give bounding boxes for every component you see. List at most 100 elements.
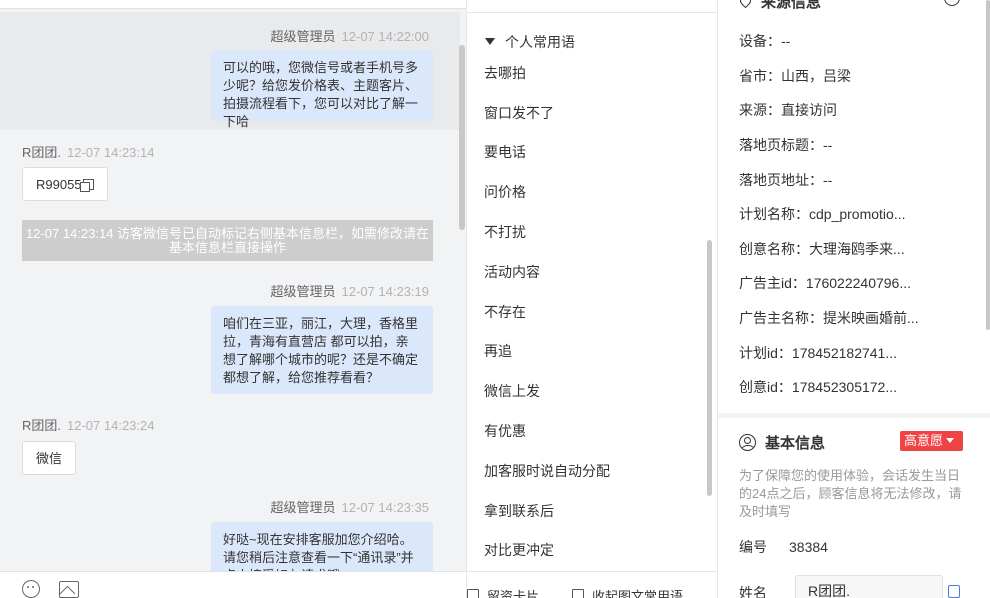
message-time: 12-07 14:23:14 bbox=[67, 145, 155, 160]
row-label: 广告主名称： bbox=[739, 310, 823, 326]
chat-top-bar bbox=[0, 0, 466, 9]
phrase-group-title: 个人常用语 bbox=[505, 34, 575, 50]
sender-name: R团团. bbox=[22, 418, 62, 433]
row-value: -- bbox=[823, 172, 833, 188]
message-time: 12-07 14:23:35 bbox=[341, 500, 429, 515]
phrase-item[interactable]: 微信上发 bbox=[484, 381, 540, 401]
message-meta: 超级管理员 12-07 14:22:00 bbox=[271, 26, 429, 45]
row-label: 来源： bbox=[739, 102, 781, 118]
row-label: 落地页地址： bbox=[739, 172, 823, 188]
row-value: 大理海鸥季来... bbox=[809, 241, 905, 257]
phrase-item[interactable]: 有优惠 bbox=[484, 421, 526, 441]
visitor-info-panel: 来源信息 设备：-- 省市：山西，吕梁 来源：直接访问 落地页标题：-- 落地页… bbox=[718, 0, 990, 598]
phrase-item[interactable]: 不打扰 bbox=[484, 222, 526, 242]
edit-icon[interactable] bbox=[948, 585, 960, 598]
visitor-message-bubble: 微信 bbox=[22, 441, 77, 475]
row-value: 38384 bbox=[789, 539, 828, 555]
phrases-scrollbar[interactable] bbox=[707, 240, 712, 496]
sender-name: R团团. bbox=[22, 145, 62, 160]
system-notice: 12-07 14:23:14 访客微信号已自动标记右侧基本信息栏，如需修改请在基… bbox=[22, 220, 433, 261]
intent-label: 高意愿 bbox=[904, 433, 944, 448]
phrase-group-header[interactable]: 个人常用语 bbox=[485, 32, 575, 52]
phrase-item[interactable]: 要电话 bbox=[484, 142, 526, 162]
row-label: 设备： bbox=[739, 33, 781, 49]
phrase-item[interactable]: 再追 bbox=[484, 341, 512, 361]
message-meta: 超级管理员 12-07 14:23:35 bbox=[271, 497, 429, 516]
row-value: cdp_promotio... bbox=[809, 206, 906, 222]
intent-dropdown[interactable]: 高意愿 bbox=[900, 431, 963, 451]
basic-info-header: 基本信息 bbox=[739, 432, 825, 453]
phrase-item[interactable]: 活动内容 bbox=[484, 262, 540, 282]
info-row-plan-id: 计划id：178452182741... bbox=[739, 343, 897, 363]
message-meta: 超级管理员 12-07 14:23:19 bbox=[271, 281, 429, 300]
caret-down-icon bbox=[946, 438, 955, 443]
phrase-item[interactable]: 拿到联系后 bbox=[484, 501, 554, 521]
row-value: 176022240796... bbox=[805, 275, 912, 291]
message-time: 12-07 14:23:19 bbox=[341, 284, 429, 299]
row-value: 直接访问 bbox=[781, 102, 837, 118]
collapse-phrases-label: 收起图文常用语 bbox=[592, 589, 684, 598]
row-value: -- bbox=[823, 137, 833, 153]
phrase-item[interactable]: 不存在 bbox=[484, 302, 526, 322]
info-row-number: 编号 38384 bbox=[739, 537, 828, 557]
emoji-icon[interactable] bbox=[22, 580, 40, 598]
agent-message-bubble: 咱们在三亚，丽江，大理，香格里拉，青海有直营店 都可以拍，亲想了解哪个城市的呢？… bbox=[211, 306, 433, 394]
row-value: 山西，吕梁 bbox=[781, 68, 851, 84]
caret-down-icon bbox=[485, 38, 495, 45]
row-label: 广告主id： bbox=[739, 275, 806, 291]
agent-message-bubble: 可以的哦，您微信号或者手机号多少呢？给您发价格表、主题客片、拍摄流程看下，您可以… bbox=[211, 50, 433, 129]
chat-scrollbar[interactable] bbox=[459, 45, 465, 230]
section-title: 来源信息 bbox=[761, 0, 822, 11]
phrase-item[interactable]: 窗口发不了 bbox=[484, 103, 554, 123]
info-row-plan-name: 计划名称：cdp_promotio... bbox=[739, 204, 906, 224]
info-row-region: 省市：山西，吕梁 bbox=[739, 66, 851, 86]
phrase-item[interactable]: 去哪拍 bbox=[484, 63, 526, 83]
phrase-item[interactable]: 问价格 bbox=[484, 182, 526, 202]
message-meta: R团团. 12-07 14:23:14 bbox=[22, 142, 154, 161]
row-label: 落地页标题： bbox=[739, 137, 823, 153]
user-circle-icon bbox=[739, 434, 756, 451]
row-label: 创意名称： bbox=[739, 241, 809, 257]
info-row-landing-url: 落地页地址：-- bbox=[739, 170, 832, 190]
lead-card-label: 留资卡片 bbox=[487, 589, 540, 598]
copy-icon[interactable] bbox=[79, 179, 94, 192]
message-time: 12-07 14:22:00 bbox=[341, 29, 429, 44]
lead-card-button[interactable]: 留资卡片 bbox=[467, 586, 539, 598]
message-meta: R团团. 12-07 14:23:24 bbox=[22, 415, 154, 434]
sender-name: 超级管理员 bbox=[270, 500, 336, 515]
row-value: 提米映画婚前... bbox=[823, 310, 919, 326]
divider bbox=[467, 12, 717, 13]
row-label: 省市： bbox=[739, 68, 781, 84]
source-info-header: 来源信息 bbox=[737, 0, 822, 12]
visitor-message-bubble[interactable]: R99055 bbox=[22, 167, 108, 201]
info-row-source: 来源：直接访问 bbox=[739, 100, 837, 120]
phrase-item[interactable]: 对比更冲定 bbox=[484, 540, 554, 560]
section-title: 基本信息 bbox=[765, 435, 826, 452]
phrase-item[interactable]: 加客服时说自动分配 bbox=[484, 461, 610, 481]
message-text: R99055 bbox=[36, 177, 82, 192]
message-time: 12-07 14:23:24 bbox=[67, 418, 155, 433]
location-pin-icon bbox=[737, 0, 754, 9]
image-icon[interactable] bbox=[59, 581, 79, 598]
sender-name: 超级管理员 bbox=[270, 29, 336, 44]
row-label: 计划id： bbox=[739, 345, 792, 361]
row-value: -- bbox=[781, 33, 791, 49]
info-row-creative-id: 创意id：178452305172... bbox=[739, 377, 897, 397]
info-scrollbar[interactable] bbox=[986, 0, 990, 330]
sender-name: 超级管理员 bbox=[270, 284, 336, 299]
document-icon bbox=[467, 589, 479, 598]
name-input[interactable]: R团团. bbox=[795, 575, 943, 598]
document-icon bbox=[572, 589, 584, 598]
info-row-creative-name: 创意名称：大理海鸥季来... bbox=[739, 239, 905, 259]
row-value: 178452182741... bbox=[791, 345, 898, 361]
edit-hint: 为了保障您的使用体验，会话发生当日的24点之后，顾客信息将无法修改，请及时填写 bbox=[739, 468, 962, 519]
info-row-advertiser-id: 广告主id：176022240796... bbox=[739, 273, 911, 293]
chat-panel: 超级管理员 12-07 14:22:00 可以的哦，您微信号或者手机号多少呢？给您… bbox=[0, 0, 466, 598]
info-row-device: 设备：-- bbox=[739, 31, 790, 51]
collapse-phrases-button[interactable]: 收起图文常用语 bbox=[572, 586, 683, 598]
row-value: 178452305172... bbox=[791, 379, 898, 395]
info-row-landing-title: 落地页标题：-- bbox=[739, 135, 832, 155]
common-phrases-panel: 个人常用语 去哪拍 窗口发不了 要电话 问价格 不打扰 活动内容 不存在 再追 … bbox=[466, 0, 718, 598]
section-divider bbox=[718, 413, 990, 418]
shield-icon[interactable] bbox=[944, 0, 960, 6]
